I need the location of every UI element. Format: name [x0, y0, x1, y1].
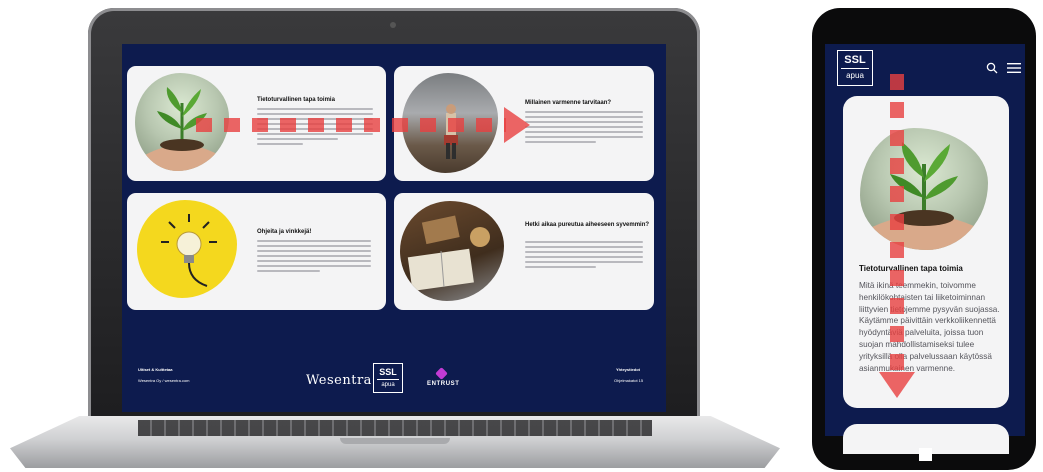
desk-books-image	[400, 201, 504, 301]
footer-link-company[interactable]: Wesentra Oy / wesentra.com	[138, 378, 190, 383]
phone-card-body: Mitä ikinä teemmekin, toivomme henkilöko…	[859, 281, 1000, 373]
arrow-down-icon	[879, 372, 915, 398]
phone-logo-bottom: apua	[841, 68, 869, 80]
card-body	[525, 111, 643, 146]
laptop-camera	[390, 22, 396, 28]
footer-heading-right: Yhteystiedot	[616, 367, 641, 372]
laptop-opening-notch	[340, 438, 450, 444]
footer-heading-left: Ultiset & Kulttetaa	[138, 367, 173, 372]
phone-ssl-apua-logo[interactable]: SSL apua	[837, 50, 873, 86]
card-tips[interactable]: Ohjeita ja vinkkejä!	[127, 193, 386, 310]
footer-address: Ohjelmakatot 15	[614, 378, 644, 383]
card-title: Millainen varmenne tarvitaan?	[525, 100, 612, 106]
card-body	[525, 241, 643, 271]
card-deep-dive[interactable]: Hetki aikaa pureutua aiheeseen syvemmin?	[394, 193, 654, 310]
card-title: Ohjeita ja vinkkejä!	[257, 229, 312, 235]
card-title: Tietoturvallinen tapa toimia	[257, 97, 335, 103]
wesentra-logo[interactable]: Wesentra	[306, 373, 372, 388]
arrow-right-icon	[504, 107, 530, 143]
ssl-logo-top: SSL	[379, 367, 397, 377]
ssl-logo-bottom: apua	[377, 379, 399, 388]
laptop-keyboard	[138, 420, 652, 436]
menu-icon[interactable]	[1007, 62, 1021, 74]
card-body	[257, 240, 371, 275]
lightbulb-image	[137, 200, 237, 298]
phone-card-title: Tietoturvallinen tapa toimia	[859, 264, 963, 273]
phone-logo-top: SSL	[844, 54, 866, 66]
entrust-logo[interactable]: ENTRUST	[427, 381, 460, 387]
phone-home-button[interactable]	[919, 448, 932, 461]
horizontal-flow-arrow	[196, 118, 506, 132]
search-icon[interactable]	[986, 62, 998, 74]
card-title: Hetki aikaa pureutua aiheeseen syvemmin?	[525, 222, 650, 228]
ssl-apua-logo[interactable]: SSL apua	[373, 363, 403, 393]
device-mockup: Tietoturvallinen tapa toimia Millainen v…	[0, 0, 1043, 472]
vertical-flow-arrow	[890, 74, 904, 376]
